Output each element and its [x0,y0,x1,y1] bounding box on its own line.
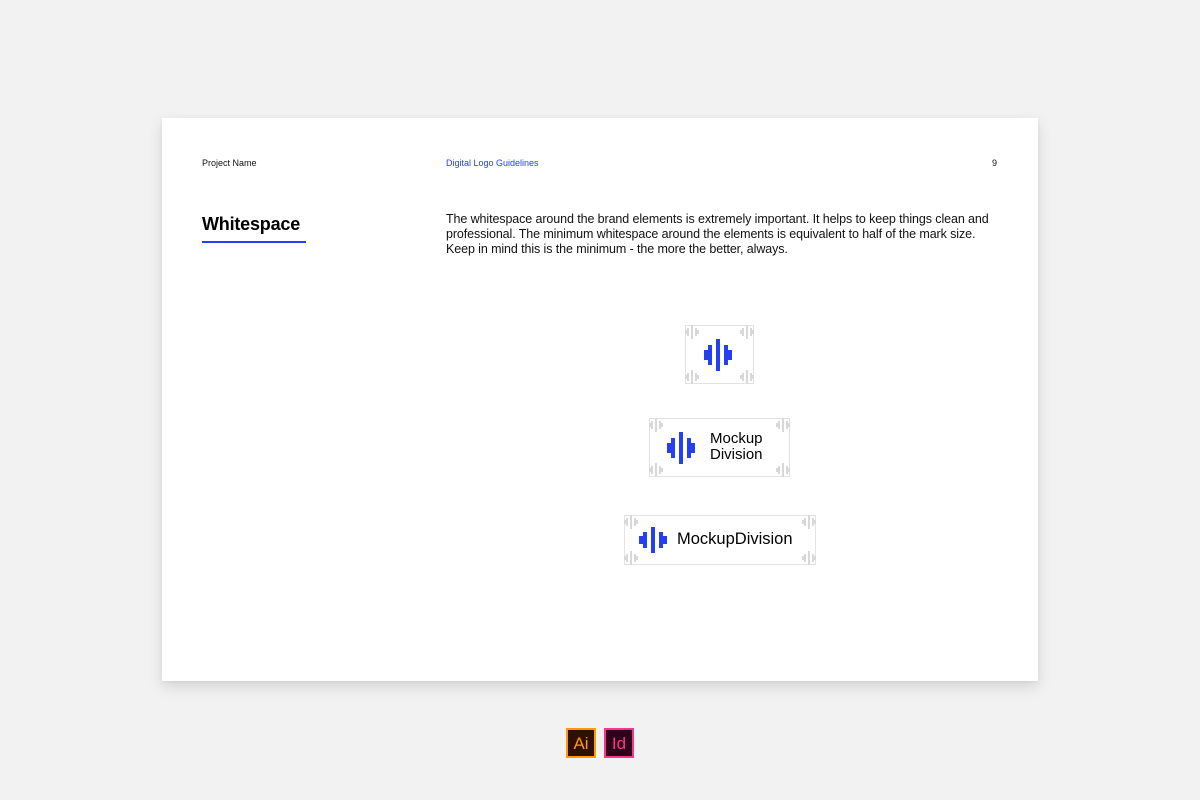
spacing-marker-icon [776,463,790,477]
document-title: Digital Logo Guidelines [446,158,539,168]
wordmark-line-1: Mockup [710,430,763,447]
section-title: Whitespace [202,214,301,234]
spacing-marker-icon [624,515,638,529]
project-name: Project Name [202,158,257,168]
stacked-wordmark: Mockup Division [710,431,763,463]
spacing-marker-icon [802,551,816,565]
brand-mark-icon [639,527,667,553]
spacing-marker-icon [802,515,816,529]
indesign-icon: Id [604,728,634,758]
horizontal-wordmark: MockupDivision [677,530,793,548]
spacing-marker-icon [685,325,699,339]
spacing-marker-icon [685,370,699,384]
spacing-marker-icon [740,370,754,384]
brand-mark-icon [704,339,732,371]
stacked-logo-demo: Mockup Division [649,418,790,477]
illustrator-icon: Ai [566,728,596,758]
horizontal-logo-demo: MockupDivision [624,515,816,565]
wordmark-line-2: Division [710,446,763,463]
spacing-marker-icon [776,418,790,432]
spacing-marker-icon [649,463,663,477]
spacing-marker-icon [649,418,663,432]
title-underline [202,241,306,243]
page-number: 9 [991,158,997,168]
mark-only-demo [685,325,754,384]
spacing-marker-icon [740,325,754,339]
section-body: The whitespace around the brand elements… [446,212,989,256]
spacing-marker-icon [624,551,638,565]
guideline-page: Project Name Digital Logo Guidelines 9 W… [162,118,1038,681]
brand-mark-icon [667,432,695,464]
